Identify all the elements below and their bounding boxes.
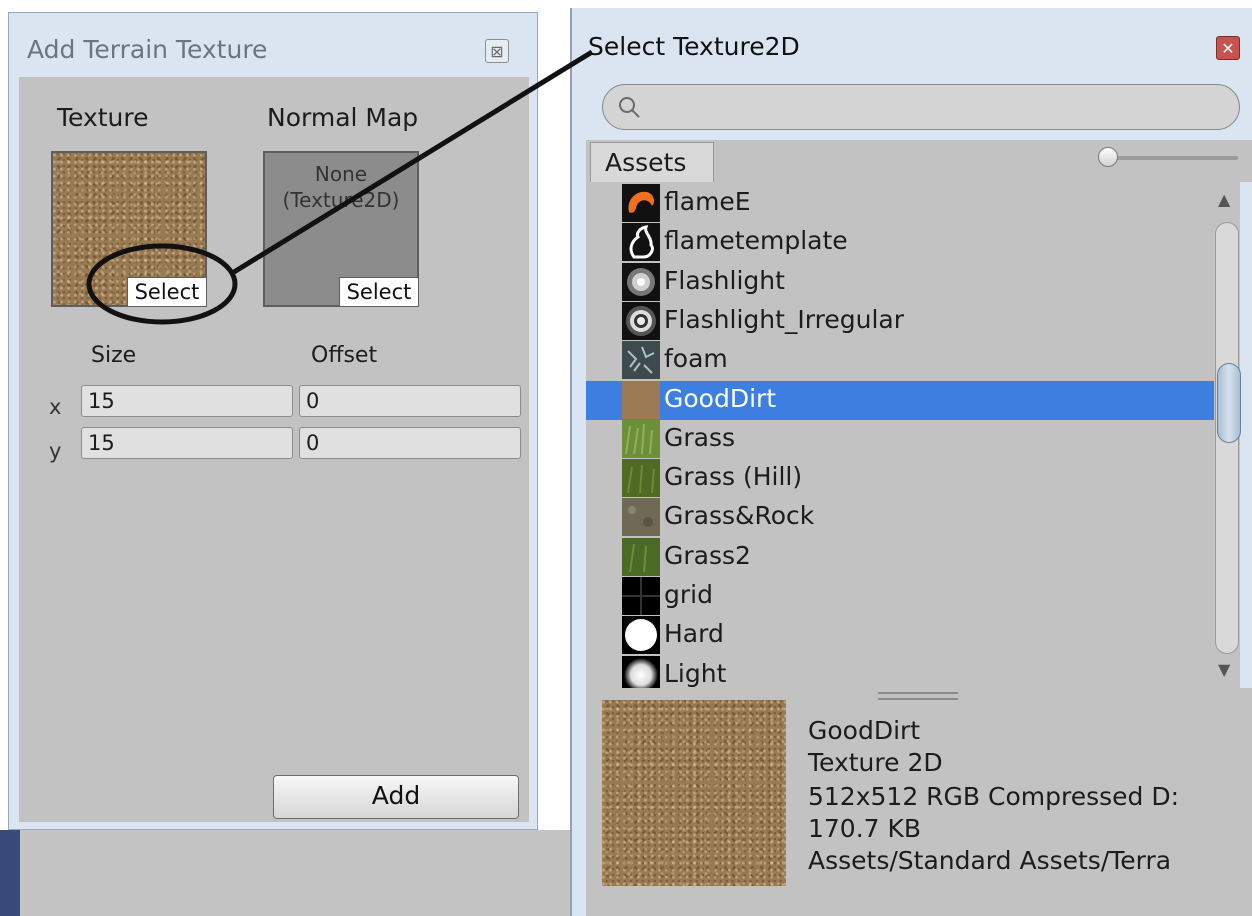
normal-map-select-button[interactable]: Select xyxy=(339,277,419,307)
size-y-field[interactable]: 15 xyxy=(81,427,293,459)
asset-list: flameE flametemplate Flashlight Flashlight_… xyxy=(586,182,1214,688)
texture-label: Texture xyxy=(57,103,149,132)
preview-name: GoodDirt xyxy=(808,716,921,745)
size-label: Size xyxy=(91,343,137,368)
list-item-label: Flashlight xyxy=(664,265,785,295)
list-item[interactable]: Light xyxy=(586,655,1214,688)
search-icon xyxy=(619,97,640,118)
flashlight-irregular-icon xyxy=(622,301,660,340)
close-icon: ✕ xyxy=(1221,38,1235,58)
normal-map-empty-text: None (Texture2D) xyxy=(282,162,400,212)
list-item-label: grid xyxy=(664,580,713,609)
list-item[interactable]: GoodDirt xyxy=(586,380,1214,420)
list-item[interactable]: Flashlight xyxy=(586,262,1214,302)
offset-label: Offset xyxy=(311,343,378,368)
select-texture2d-window: Select Texture2D ✕ Assets flameE flametem… xyxy=(570,8,1252,916)
grass-icon xyxy=(622,419,660,458)
list-item-label: Grass2 xyxy=(664,540,751,570)
list-item[interactable]: flametemplate xyxy=(586,223,1214,262)
close-icon: ⊠ xyxy=(490,41,504,61)
list-item[interactable]: flameE xyxy=(586,184,1214,223)
list-item[interactable]: Flashlight_Irregular xyxy=(586,301,1214,341)
close-button[interactable]: ⊠ xyxy=(485,39,509,63)
window-title: Add Terrain Texture xyxy=(27,35,268,64)
preview-format: 512x512 RGB Compressed D: xyxy=(808,782,1180,811)
list-item[interactable]: Grass&Rock xyxy=(586,498,1214,537)
desktop-edge xyxy=(0,830,20,916)
list-item-label: Light xyxy=(664,658,727,688)
list-item[interactable]: grid xyxy=(586,577,1214,616)
hard-brush-icon xyxy=(622,616,660,655)
add-terrain-texture-window: Add Terrain Texture ⊠ Texture Normal Map… xyxy=(8,12,538,830)
scroll-thumb[interactable] xyxy=(1217,363,1241,443)
list-item[interactable]: Hard xyxy=(586,616,1214,655)
preview-type: Texture 2D xyxy=(808,748,943,777)
preview-size: 170.7 KB xyxy=(808,814,922,843)
foam-icon xyxy=(622,341,660,380)
size-x-field[interactable]: 15 xyxy=(81,385,293,417)
zoom-slider-track[interactable] xyxy=(1108,156,1238,160)
splitter-handle[interactable] xyxy=(878,692,958,700)
list-item-label: flametemplate xyxy=(664,226,848,256)
grass-hill-icon xyxy=(622,459,660,498)
list-item-label: Grass (Hill) xyxy=(664,462,803,492)
scroll-track[interactable] xyxy=(1215,222,1241,654)
offset-y-field[interactable]: 0 xyxy=(299,427,521,459)
add-button[interactable]: Add xyxy=(273,775,519,819)
list-item-label: flameE xyxy=(664,187,751,216)
list-item[interactable]: foam xyxy=(586,341,1214,380)
list-item[interactable]: Grass xyxy=(586,419,1214,459)
list-item-label: Hard xyxy=(664,619,724,649)
list-item-label: foam xyxy=(664,344,728,374)
vertical-scrollbar[interactable]: ▲ ▼ xyxy=(1214,182,1241,688)
texture-slot[interactable]: Select xyxy=(51,151,207,307)
window-title: Select Texture2D xyxy=(588,32,800,61)
normal-map-slot[interactable]: None (Texture2D) Select xyxy=(263,151,419,307)
list-item-label: Grass xyxy=(664,422,736,452)
close-button[interactable]: ✕ xyxy=(1216,36,1240,60)
light-brush-icon xyxy=(622,655,660,688)
list-item[interactable]: Grass (Hill) xyxy=(586,459,1214,498)
x-axis-label: x xyxy=(49,395,62,419)
title-bar[interactable]: Add Terrain Texture ⊠ xyxy=(9,13,537,77)
desktop-panel xyxy=(10,830,570,916)
normal-map-label: Normal Map xyxy=(267,103,419,132)
list-item[interactable]: Grass2 xyxy=(586,537,1214,577)
list-item-label: Flashlight_Irregular xyxy=(664,304,905,334)
scroll-up-arrow-icon[interactable]: ▲ xyxy=(1218,190,1230,209)
y-axis-label: y xyxy=(49,439,62,463)
list-item-label: GoodDirt xyxy=(664,383,777,413)
preview-panel: GoodDirt Texture 2D 512x512 RGB Compress… xyxy=(586,688,1252,916)
scroll-down-arrow-icon[interactable]: ▼ xyxy=(1218,660,1230,679)
texture-preview-image xyxy=(602,700,786,886)
search-input[interactable] xyxy=(602,84,1240,130)
tab-assets[interactable]: Assets xyxy=(590,142,714,182)
flashlight-icon xyxy=(622,262,660,301)
window-content: Texture Normal Map Select None (Texture2… xyxy=(19,77,529,822)
zoom-slider-thumb[interactable] xyxy=(1098,147,1118,167)
grid-icon xyxy=(622,577,660,615)
grass-rock-icon xyxy=(622,498,660,537)
offset-x-field[interactable]: 0 xyxy=(299,385,521,417)
list-item-label: Grass&Rock xyxy=(664,501,815,531)
texture-select-button[interactable]: Select xyxy=(127,277,207,307)
dirt-icon xyxy=(622,380,660,419)
grass2-icon xyxy=(622,537,660,576)
flame-outline-icon xyxy=(622,223,660,262)
flame-orange-icon xyxy=(622,184,660,222)
preview-path: Assets/Standard Assets/Terra xyxy=(808,846,1172,875)
